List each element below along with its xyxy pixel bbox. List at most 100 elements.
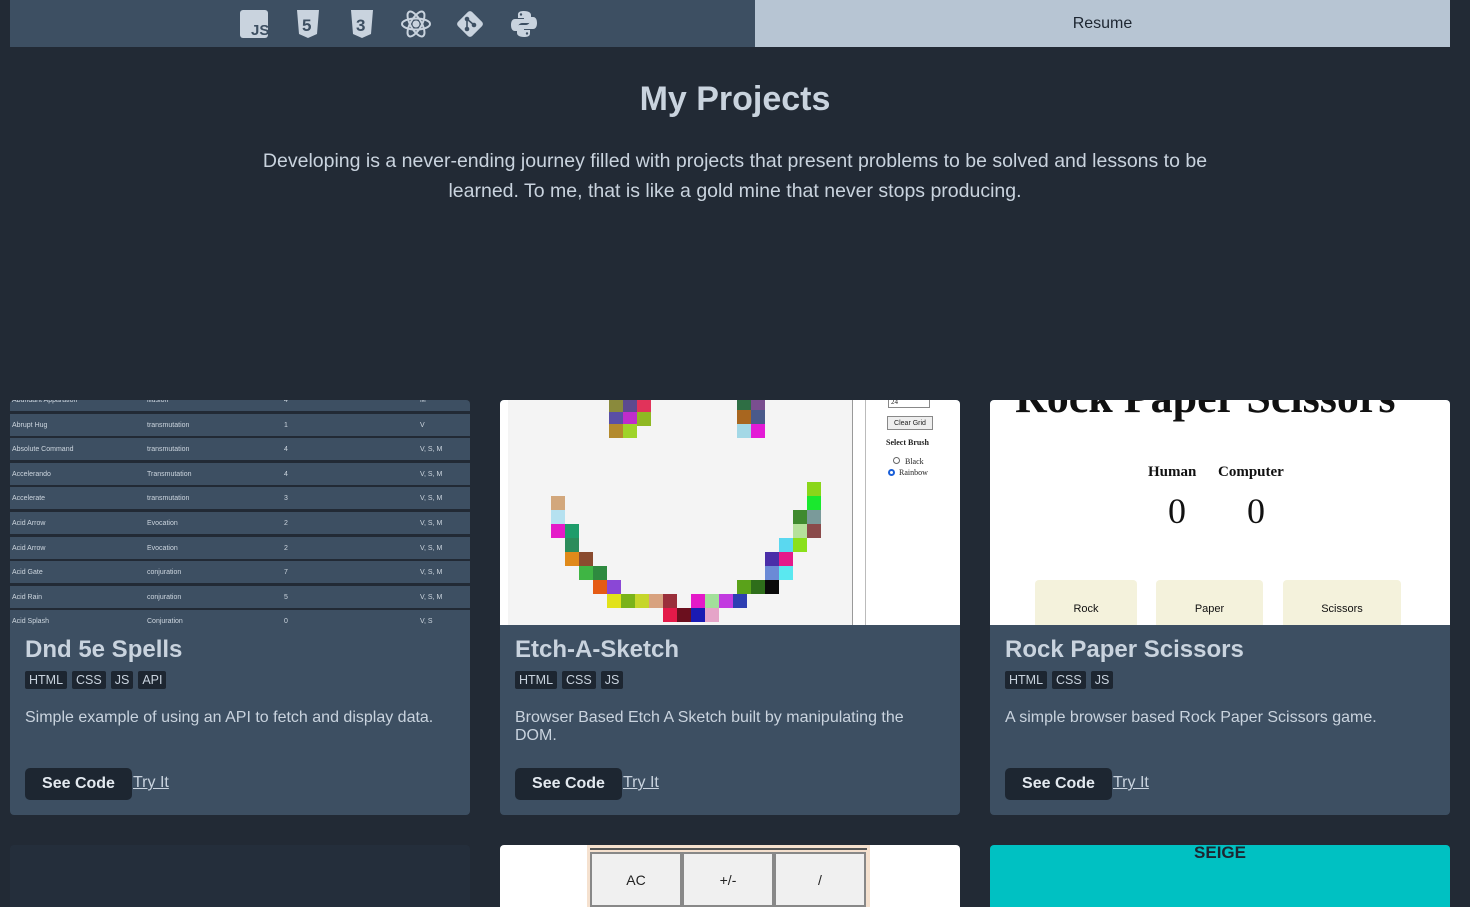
project-description: Browser Based Etch A Sketch built by man… bbox=[515, 709, 904, 744]
sketch-controls: 24 Clear Grid Select Brush Black Rainbow bbox=[865, 400, 953, 625]
project-preview-rps: Rock Paper Scissors Human Computer 0 0 R… bbox=[990, 400, 1450, 625]
sketch-pixel bbox=[551, 510, 565, 524]
svg-text:JS: JS bbox=[251, 22, 269, 39]
sketch-pixel bbox=[607, 594, 621, 608]
sketch-pixel bbox=[765, 552, 779, 566]
sketch-pixel bbox=[737, 580, 751, 594]
tag-js: JS bbox=[110, 671, 134, 689]
spell-row: Accelerando Transmutation 4 V, S, M bbox=[10, 462, 470, 485]
sketch-pixel bbox=[609, 424, 623, 438]
human-label: Human bbox=[1148, 464, 1197, 480]
spell-cell: 3 bbox=[284, 495, 288, 503]
sketch-pixel bbox=[793, 524, 807, 538]
tag-css: CSS bbox=[72, 671, 106, 689]
computer-label: Computer bbox=[1218, 464, 1284, 480]
page-intro: Developing is a never-ending journey fil… bbox=[262, 150, 1208, 202]
project-title: Etch-A-Sketch bbox=[515, 636, 680, 663]
select-brush-label: Select Brush bbox=[886, 438, 929, 447]
sketch-pixel bbox=[737, 410, 751, 424]
react-icon bbox=[398, 6, 434, 42]
option-rainbow-label: Rainbow bbox=[899, 468, 928, 477]
project-card-rps: Rock Paper Scissors Human Computer 0 0 R… bbox=[990, 400, 1450, 815]
option-black-label: Black bbox=[905, 457, 924, 466]
sketch-pixel bbox=[565, 552, 579, 566]
sketch-pixel bbox=[793, 510, 807, 524]
see-code-button[interactable]: See Code bbox=[515, 768, 622, 800]
see-code-button[interactable]: See Code bbox=[25, 768, 132, 800]
spell-row: Accelerate transmutation 3 V, S, M bbox=[10, 487, 470, 510]
try-it-link[interactable]: Try It bbox=[1113, 774, 1149, 792]
spell-cell: conjuration bbox=[147, 593, 182, 601]
sketch-pixel bbox=[779, 552, 793, 566]
spell-cell: Abundant Apparation bbox=[12, 400, 78, 404]
spell-cell: conjuration bbox=[147, 569, 182, 577]
sketch-pixel bbox=[637, 412, 651, 426]
spell-cell: Acid Splash bbox=[12, 618, 49, 625]
sketch-pixel bbox=[691, 594, 705, 608]
project-title: Dnd 5e Spells bbox=[25, 636, 183, 663]
spell-cell: Abrupt Hug bbox=[12, 421, 48, 429]
sketch-pixel bbox=[677, 608, 691, 622]
project-tags: HTML CSS JS bbox=[1005, 671, 1114, 689]
project-card-etch: 24 Clear Grid Select Brush Black Rainbow… bbox=[500, 400, 960, 815]
spell-cell: 0 bbox=[284, 618, 288, 625]
project-tags: HTML CSS JS API bbox=[25, 671, 167, 689]
clear-grid-button: Clear Grid bbox=[887, 416, 933, 430]
scissors-button: Scissors bbox=[1283, 580, 1401, 625]
sketch-pixel bbox=[807, 496, 821, 510]
try-it-link[interactable]: Try It bbox=[623, 774, 659, 792]
project-card-loading bbox=[10, 845, 470, 907]
sketch-pixel bbox=[565, 538, 579, 552]
sketch-pixel bbox=[807, 510, 821, 524]
human-score: 0 bbox=[1168, 491, 1186, 531]
calc-key-divide: / bbox=[774, 852, 866, 907]
sketch-pixel bbox=[579, 552, 593, 566]
spell-cell: Acid Gate bbox=[12, 569, 43, 577]
sketch-pixel bbox=[623, 424, 637, 438]
project-tags: HTML CSS JS bbox=[515, 671, 624, 689]
tag-html: HTML bbox=[1005, 671, 1048, 689]
spell-row: Abundant Apparation illusion 4 M bbox=[10, 400, 470, 411]
sketch-pixel bbox=[751, 410, 765, 424]
rps-heading: Rock Paper Scissors bbox=[1015, 400, 1396, 423]
see-code-button[interactable]: See Code bbox=[1005, 768, 1112, 800]
tag-js: JS bbox=[600, 671, 624, 689]
tag-html: HTML bbox=[25, 671, 68, 689]
spell-cell: 4 bbox=[284, 400, 288, 404]
git-icon bbox=[452, 6, 488, 42]
sketch-pixel bbox=[663, 594, 677, 608]
sketch-pixel bbox=[551, 496, 565, 510]
radio-black bbox=[893, 457, 900, 464]
paper-button: Paper bbox=[1156, 580, 1263, 625]
spell-cell: Conjuration bbox=[147, 618, 183, 625]
spell-cell: transmutation bbox=[147, 421, 190, 429]
spell-cell: 2 bbox=[284, 520, 288, 527]
spell-cell: Accelerando bbox=[12, 470, 51, 478]
spell-cell: V, S, M bbox=[420, 495, 443, 503]
calc-key-sign: +/- bbox=[682, 852, 774, 907]
spell-cell: Acid Rain bbox=[12, 593, 42, 601]
try-it-link[interactable]: Try It bbox=[133, 774, 169, 792]
spell-cell: Transmutation bbox=[147, 470, 192, 478]
sketch-pixel bbox=[793, 538, 807, 552]
spell-row: Acid Rain conjuration 5 V, S, M bbox=[10, 585, 470, 608]
project-card-calculator: AC +/- / bbox=[500, 845, 960, 907]
project-description: Simple example of using an API to fetch … bbox=[25, 709, 434, 726]
page-title: My Projects bbox=[639, 80, 831, 118]
skills-bar: JS 5 3 bbox=[10, 0, 755, 47]
spell-cell: Evocation bbox=[147, 520, 178, 527]
spell-cell: transmutation bbox=[147, 446, 190, 454]
resume-button[interactable]: Resume bbox=[755, 0, 1450, 47]
sketch-pixel bbox=[621, 594, 635, 608]
rock-button: Rock bbox=[1035, 580, 1137, 625]
spell-row: Abrupt Hug transmutation 1 V bbox=[10, 413, 470, 436]
tag-css: CSS bbox=[562, 671, 596, 689]
tag-css: CSS bbox=[1052, 671, 1086, 689]
spell-cell: V, S, M bbox=[420, 593, 443, 601]
spell-cell: 4 bbox=[284, 446, 288, 454]
tag-js: JS bbox=[1090, 671, 1114, 689]
tag-html: HTML bbox=[515, 671, 558, 689]
seige-title: SEIGE bbox=[1194, 845, 1246, 862]
spell-cell: V, S, M bbox=[420, 544, 443, 552]
grid-size-input: 24 bbox=[888, 400, 930, 408]
